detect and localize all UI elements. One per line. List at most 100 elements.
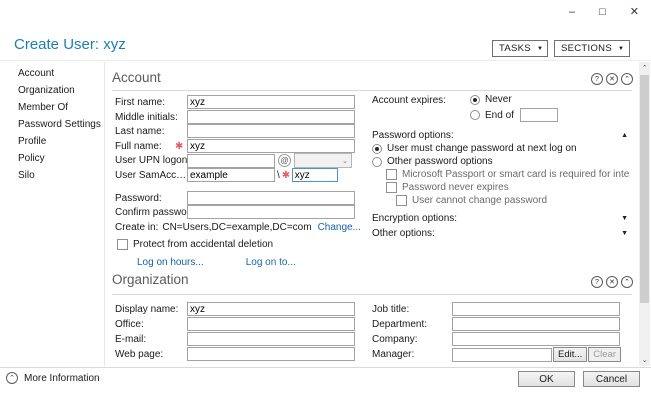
account-collapse-section-icon[interactable]: ⌃ xyxy=(621,73,633,85)
other-password-options-radio[interactable] xyxy=(372,156,382,167)
account-section-title: Account xyxy=(112,70,161,85)
sidebar-item-profile[interactable]: Profile xyxy=(0,134,103,151)
upn-logon-input[interactable] xyxy=(187,153,275,168)
job-title-input[interactable] xyxy=(452,302,620,316)
full-name-input[interactable] xyxy=(187,139,355,153)
sidebar-item-policy[interactable]: Policy xyxy=(0,151,103,168)
protect-deletion-checkbox[interactable] xyxy=(117,239,128,250)
account-expires-end-of-radio[interactable] xyxy=(470,110,480,120)
upn-at-icon: @ xyxy=(278,154,291,167)
organization-help-icon[interactable]: ? xyxy=(591,276,603,288)
display-name-input[interactable] xyxy=(187,302,355,316)
company-label: Company: xyxy=(372,333,418,345)
office-input[interactable] xyxy=(187,317,355,331)
log-on-to-link[interactable]: Log on to... xyxy=(246,257,296,268)
tasks-button[interactable]: TASKS ▼ xyxy=(492,40,548,57)
log-on-hours-link[interactable]: Log on hours... xyxy=(137,257,204,268)
password-never-expires-checkbox[interactable] xyxy=(386,182,397,193)
middle-initials-label: Middle initials: xyxy=(115,111,178,123)
cancel-button[interactable]: Cancel xyxy=(583,371,640,387)
manager-clear-button[interactable]: Clear xyxy=(588,347,621,362)
manager-input[interactable] xyxy=(452,347,552,362)
ok-button[interactable]: OK xyxy=(518,371,575,387)
create-in-value: CN=Users,DC=example,DC=com xyxy=(162,222,312,233)
organization-section-controls: ? ✕ ⌃ xyxy=(591,276,633,288)
account-expires-never-radio[interactable] xyxy=(470,94,480,105)
must-change-password-radio[interactable] xyxy=(372,143,382,154)
maximize-icon[interactable]: □ xyxy=(599,6,606,18)
sidebar-divider xyxy=(104,62,105,366)
footer-divider xyxy=(0,367,651,368)
first-name-label: First name: xyxy=(115,96,166,108)
password-options-collapse-icon[interactable]: ▲ xyxy=(621,132,628,139)
upn-domain-dropdown[interactable]: ⌄ xyxy=(294,153,352,168)
confirm-password-input[interactable] xyxy=(187,205,355,219)
password-input[interactable] xyxy=(187,191,355,205)
upn-logon-label: User UPN logon: xyxy=(115,155,191,166)
sidebar-item-account[interactable]: Account xyxy=(0,66,103,83)
department-label: Department: xyxy=(372,318,428,330)
account-section-divider xyxy=(112,90,632,91)
office-label: Office: xyxy=(115,318,144,330)
more-information[interactable]: ⌃ More Information xyxy=(6,372,100,384)
web-page-label: Web page: xyxy=(115,348,164,360)
organization-collapse-section-icon[interactable]: ⌃ xyxy=(621,276,633,288)
page-title: Create User: xyz xyxy=(14,36,126,53)
email-input[interactable] xyxy=(187,332,355,346)
change-link[interactable]: Change... xyxy=(318,222,361,233)
display-name-label: Display name: xyxy=(115,303,179,315)
tasks-dropdown-icon: ▼ xyxy=(536,45,544,52)
account-close-section-icon[interactable]: ✕ xyxy=(606,73,618,85)
tasks-button-label: TASKS xyxy=(499,43,531,54)
sam-account-input[interactable] xyxy=(291,168,338,182)
other-options-expand-icon[interactable]: ▼ xyxy=(621,230,628,237)
cannot-change-password-checkbox[interactable] xyxy=(396,195,407,206)
smart-card-checkbox[interactable] xyxy=(386,169,397,180)
last-name-label: Last name: xyxy=(115,125,165,137)
first-name-input[interactable] xyxy=(187,95,355,109)
full-name-label: Full name: xyxy=(115,140,162,152)
cannot-change-password-label: User cannot change password xyxy=(412,195,548,206)
sam-separator: \ xyxy=(277,169,280,181)
close-icon[interactable]: ✕ xyxy=(630,5,639,18)
encryption-options-expand-icon[interactable]: ▼ xyxy=(621,215,628,222)
password-never-expires-label: Password never expires xyxy=(402,182,509,193)
scrollbar[interactable]: ⌃ ⌄ xyxy=(639,62,650,366)
sam-domain-input[interactable] xyxy=(187,168,275,182)
sidebar-item-password-settings[interactable]: Password Settings xyxy=(0,117,103,134)
end-of-date-input[interactable] xyxy=(519,108,558,122)
encryption-options-label: Encryption options: xyxy=(372,213,458,224)
scrollbar-up-icon[interactable]: ⌃ xyxy=(639,62,650,74)
smart-card-label: Microsoft Passport or smart card is requ… xyxy=(402,169,630,180)
password-label: Password: xyxy=(115,192,162,204)
organization-section-divider xyxy=(112,294,632,295)
account-expires-label: Account expires: xyxy=(372,95,446,106)
more-information-expander-icon[interactable]: ⌃ xyxy=(6,372,18,384)
header-divider xyxy=(0,60,651,61)
department-input[interactable] xyxy=(452,317,620,331)
sidebar-item-member-of[interactable]: Member Of xyxy=(0,100,103,117)
sections-button[interactable]: SECTIONS ▼ xyxy=(554,40,630,57)
sidebar-item-organization[interactable]: Organization xyxy=(0,83,103,100)
scrollbar-thumb[interactable] xyxy=(640,75,649,303)
window-controls: – □ ✕ xyxy=(569,5,639,19)
email-label: E-mail: xyxy=(115,333,147,345)
manager-label: Manager: xyxy=(372,349,415,360)
other-password-options-label: Other password options xyxy=(387,156,493,167)
upn-dropdown-chevron-icon: ⌄ xyxy=(342,157,348,165)
scrollbar-down-icon[interactable]: ⌄ xyxy=(639,354,650,366)
web-page-input[interactable] xyxy=(187,347,355,361)
account-section-controls: ? ✕ ⌃ xyxy=(591,73,633,85)
protect-deletion-label: Protect from accidental deletion xyxy=(133,239,274,250)
middle-initials-input[interactable] xyxy=(187,110,355,124)
other-options-label: Other options: xyxy=(372,228,435,239)
account-expires-never-label: Never xyxy=(485,94,512,105)
minimize-icon[interactable]: – xyxy=(569,6,575,18)
account-help-icon[interactable]: ? xyxy=(591,73,603,85)
company-input[interactable] xyxy=(452,332,620,346)
more-information-label: More Information xyxy=(24,372,100,384)
organization-close-section-icon[interactable]: ✕ xyxy=(606,276,618,288)
last-name-input[interactable] xyxy=(187,124,355,138)
sidebar-item-silo[interactable]: Silo xyxy=(0,168,103,185)
manager-edit-button[interactable]: Edit... xyxy=(553,347,588,362)
